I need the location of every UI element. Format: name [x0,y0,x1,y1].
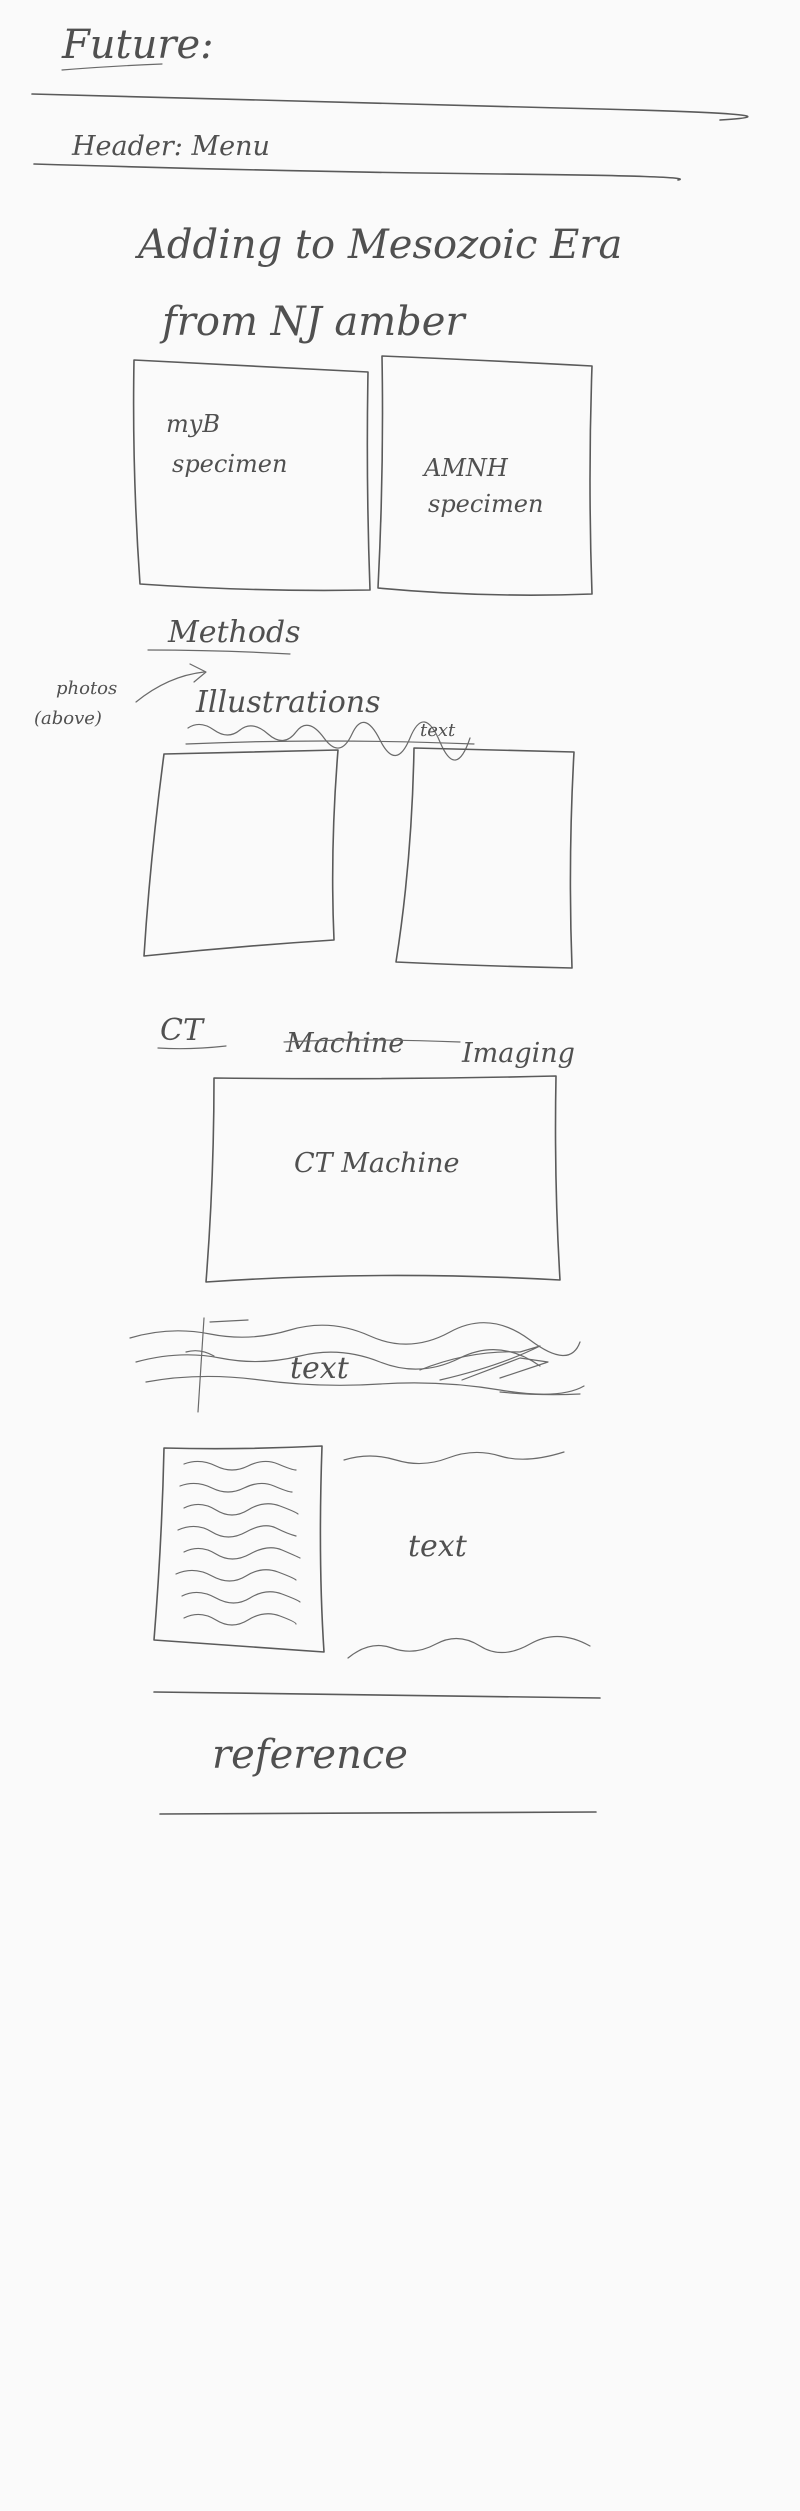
methods-underline [147,649,291,655]
reference-label: reference [212,1732,408,1778]
ct-heading-suffix: Imaging [461,1038,575,1069]
ct-heading-prefix: CT [160,1013,205,1048]
figure-box [153,1445,325,1653]
top-divider [31,93,749,121]
specimen-box-1-line1: myB [166,410,220,438]
illustrations-text: text [420,720,456,741]
body-text: text [408,1529,468,1564]
photos-note-line1: photos [56,678,117,699]
page-title-line2: from NJ amber [159,299,467,345]
specimen-box-2-line1: AMNH [422,454,509,482]
illustration-box-1 [143,749,339,957]
header-menu-label: Header: Menu [71,131,270,162]
page-title-line1: Adding to Mesozoic Era [134,222,622,268]
wireframe-sketch: Future: Header: Menu Adding to Mesozoic … [31,22,749,1815]
illustrations-label: Illustrations [195,685,380,720]
specimen-box-2-line2: specimen [428,490,543,518]
methods-heading: Methods [167,615,301,650]
reference-top-divider [153,1691,601,1699]
header-divider [33,163,681,181]
body-text-bottom-line [347,1635,591,1659]
illustrations-divider [185,740,475,745]
ct-machine-label: CT Machine [294,1148,460,1179]
photos-note-line2: (above) [34,708,102,729]
scribbled-text-block [129,1317,585,1413]
specimen-box-1-line2: specimen [172,450,287,478]
reference-bottom-divider [159,1811,597,1815]
body-text-top-line [343,1451,565,1465]
ct-machine-box [205,1075,561,1283]
figure-wavy-lines [175,1460,301,1626]
sketch-title: Future: [61,22,214,68]
scribbled-text: text [290,1351,350,1386]
illustration-box-2 [395,747,575,969]
ct-heading-struck: Machine [285,1028,404,1059]
